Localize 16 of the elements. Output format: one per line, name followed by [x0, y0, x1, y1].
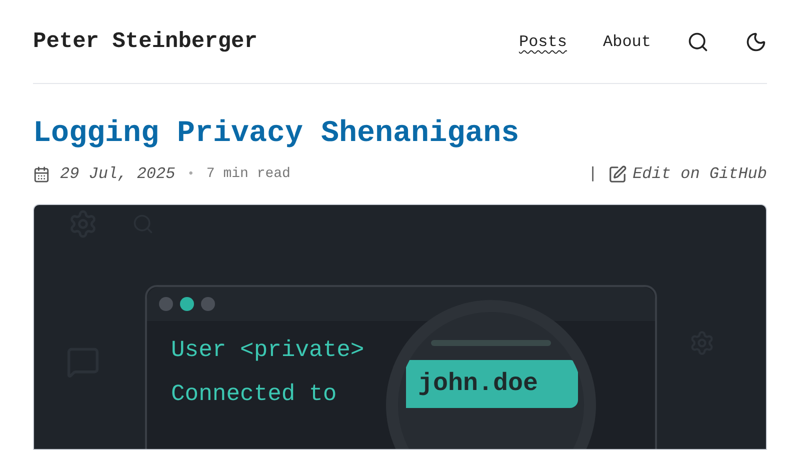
log-line: User <private>: [171, 336, 364, 365]
log-line: Connected to: [171, 380, 337, 409]
edit-icon: [608, 164, 627, 184]
edit-on-github-link[interactable]: Edit on GitHub: [632, 162, 767, 186]
nav-link[interactable]: Posts: [518, 30, 567, 54]
post-title: Logging Privacy Shenanigans: [33, 116, 520, 152]
divider-text: |: [588, 164, 598, 185]
nav-link[interactable]: About: [602, 30, 651, 54]
separator-dot: •: [187, 166, 194, 183]
calendar-icon: [33, 166, 50, 182]
site-title[interactable]: Peter Steinberger: [33, 25, 258, 58]
post-date: 29 Jul, 2025: [60, 164, 176, 185]
magnified-username: john.doe: [418, 368, 538, 400]
read-time: 7 min read: [206, 164, 290, 184]
dark-mode-icon[interactable]: [745, 30, 767, 52]
search-icon[interactable]: [687, 30, 709, 52]
